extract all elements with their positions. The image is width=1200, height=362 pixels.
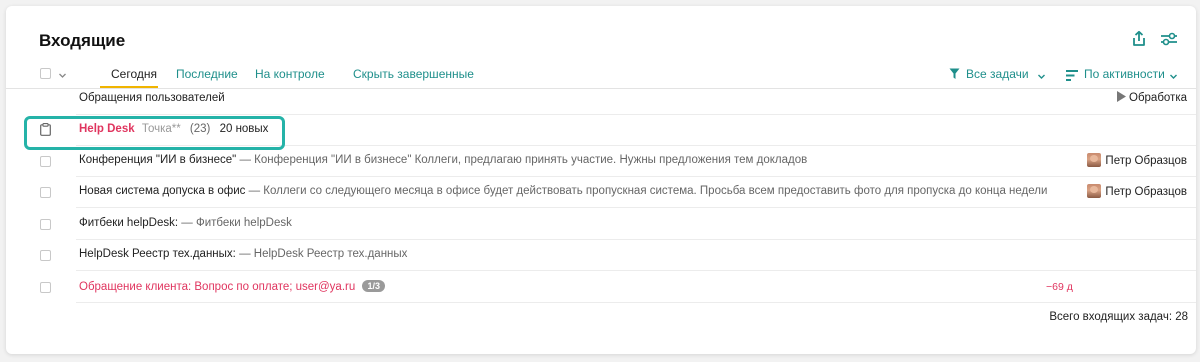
settings-sliders-icon[interactable]	[1159, 30, 1177, 48]
task-title[interactable]: Новая система допуска в офис	[79, 185, 245, 197]
play-icon	[1117, 91, 1126, 105]
inbox-panel: Входящие Сегодня Последние На контроле С…	[6, 6, 1196, 354]
task-checkbox[interactable]	[40, 187, 51, 198]
share-icon[interactable]	[1130, 30, 1148, 48]
tab-hide-completed[interactable]: Скрыть завершенные	[353, 67, 474, 81]
table-row[interactable]: Конференция "ИИ в бизнесе" — Конференция…	[76, 145, 1196, 177]
tasks-filter-dropdown[interactable]: Все задачи	[966, 67, 1029, 81]
tab-control[interactable]: На контроле	[255, 67, 325, 81]
task-title[interactable]: HelpDesk Реестр тех.данных:	[79, 248, 236, 260]
table-row[interactable]: HelpDesk Реестр тех.данных: — HelpDesk Р…	[76, 239, 1196, 271]
task-title[interactable]: Обращение клиента: Вопрос по оплате; use…	[79, 281, 355, 293]
group-row[interactable]: Обращения пользователей Обработка	[76, 83, 1196, 115]
page-title: Входящие	[39, 31, 126, 50]
task-checkbox[interactable]	[40, 156, 51, 167]
tab-recent[interactable]: Последние	[176, 67, 238, 81]
task-description: — Коллеги со следующего месяца в офисе б…	[248, 185, 1048, 197]
task-description: — Конференция "ИИ в бизнесе" Коллеги, пр…	[239, 154, 808, 166]
total-count: Всего входящих задач: 28	[1049, 311, 1188, 323]
task-description: — HelpDesk Реестр тех.данных	[239, 248, 408, 260]
task-checkbox[interactable]	[40, 219, 51, 230]
task-description: — Фитбеки helpDesk	[181, 217, 292, 229]
select-all-checkbox[interactable]	[40, 68, 51, 79]
task-checkbox[interactable]	[40, 250, 51, 261]
author-name: Петр Образцов	[1105, 155, 1187, 167]
group-action[interactable]: Обработка	[1117, 91, 1187, 105]
avatar	[1087, 153, 1102, 167]
overdue-label: −69 д	[1046, 281, 1073, 293]
clipboard-icon	[40, 123, 51, 141]
task-author[interactable]: Петр Образцов	[1087, 184, 1187, 198]
group-title: Обращения пользователей	[79, 92, 225, 104]
tab-today[interactable]: Сегодня	[111, 67, 157, 81]
task-title[interactable]: Конференция "ИИ в бизнесе"	[79, 154, 236, 166]
chevron-down-icon[interactable]	[58, 67, 67, 85]
task-title[interactable]: Фитбеки helpDesk:	[79, 217, 178, 229]
group-action-label: Обработка	[1129, 92, 1187, 104]
avatar	[1087, 184, 1102, 198]
author-name: Петр Образцов	[1105, 186, 1187, 198]
task-checkbox[interactable]	[40, 282, 51, 293]
table-row[interactable]: Обращение клиента: Вопрос по оплате; use…	[76, 271, 1196, 303]
table-row[interactable]: Фитбеки helpDesk: — Фитбеки helpDesk	[76, 208, 1196, 240]
task-author[interactable]: Петр Образцов	[1087, 153, 1187, 167]
progress-badge: 1/3	[362, 280, 385, 292]
sort-dropdown[interactable]: По активности	[1084, 67, 1165, 81]
table-row[interactable]: Новая система допуска в офис — Коллеги с…	[76, 176, 1196, 208]
